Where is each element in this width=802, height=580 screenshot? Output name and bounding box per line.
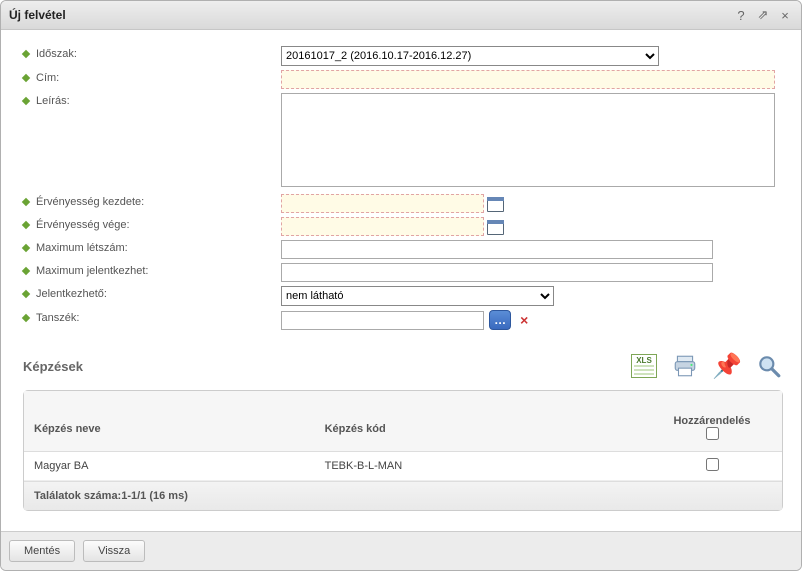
close-icon[interactable]: × xyxy=(777,7,793,23)
diamond-icon xyxy=(22,50,30,58)
pin-icon[interactable]: 📌 xyxy=(713,352,741,380)
back-button[interactable]: Vissza xyxy=(83,540,145,562)
table-toolbar: XLS 📌 xyxy=(631,352,783,380)
diamond-icon xyxy=(22,97,30,105)
erv-kezdet-input[interactable] xyxy=(281,194,484,213)
section-title: Képzések xyxy=(23,359,83,374)
export-xls-icon[interactable]: XLS xyxy=(631,354,657,378)
leiras-textarea[interactable] xyxy=(281,93,775,187)
section-header: Képzések XLS 📌 xyxy=(23,352,783,380)
titlebar-controls: ? ⇗ × xyxy=(733,7,793,23)
table-row: Magyar BA TEBK-B-L-MAN xyxy=(24,452,782,481)
help-icon[interactable]: ? xyxy=(733,7,749,23)
table-container: Képzés neve Képzés kód Hozzárendelés Mag… xyxy=(23,390,783,511)
cim-input[interactable] xyxy=(281,70,775,89)
dialog-content: Időszak: 20161017_2 (2016.10.17-2016.12.… xyxy=(1,30,801,531)
kepzesek-table: Képzés neve Képzés kód Hozzárendelés Mag… xyxy=(24,391,782,481)
dialog-title: Új felvétel xyxy=(9,8,66,22)
label-erv-kezdet: Érvényesség kezdete: xyxy=(36,196,144,208)
lookup-button[interactable]: … xyxy=(489,310,511,330)
diamond-icon xyxy=(22,290,30,298)
assign-all-checkbox[interactable] xyxy=(706,427,719,440)
assign-row-checkbox[interactable] xyxy=(706,458,719,471)
label-idoszak: Időszak: xyxy=(36,48,77,60)
label-jelentkezheto: Jelentkezhető: xyxy=(36,288,107,300)
diamond-icon xyxy=(22,267,30,275)
label-cim: Cím: xyxy=(36,72,59,84)
col-code[interactable]: Képzés kód xyxy=(315,391,642,452)
tanszek-input[interactable] xyxy=(281,311,484,330)
erv-vege-input[interactable] xyxy=(281,217,484,236)
col-assign-label: Hozzárendelés xyxy=(652,415,772,427)
max-jelentkezhet-input[interactable] xyxy=(281,263,713,282)
search-icon[interactable] xyxy=(755,352,783,380)
col-name[interactable]: Képzés neve xyxy=(24,391,315,452)
cell-name: Magyar BA xyxy=(24,452,315,481)
col-assign: Hozzárendelés xyxy=(642,391,782,452)
expand-icon[interactable]: ⇗ xyxy=(755,7,771,23)
calendar-icon[interactable] xyxy=(486,195,504,213)
clear-icon[interactable]: × xyxy=(520,312,528,328)
diamond-icon xyxy=(22,221,30,229)
dialog: Új felvétel ? ⇗ × Időszak: 20161017_2 (2… xyxy=(0,0,802,571)
jelentkezheto-select[interactable]: nem látható xyxy=(281,286,554,306)
label-tanszek: Tanszék: xyxy=(36,312,79,324)
dialog-footer: Mentés Vissza xyxy=(1,531,801,570)
label-leiras: Leírás: xyxy=(36,95,70,107)
cell-code: TEBK-B-L-MAN xyxy=(315,452,642,481)
diamond-icon xyxy=(22,74,30,82)
label-max-jelentkezhet: Maximum jelentkezhet: xyxy=(36,265,149,277)
diamond-icon xyxy=(22,244,30,252)
save-button[interactable]: Mentés xyxy=(9,540,75,562)
max-letszam-input[interactable] xyxy=(281,240,713,259)
diamond-icon xyxy=(22,198,30,206)
print-icon[interactable] xyxy=(671,352,699,380)
label-erv-vege: Érvényesség vége: xyxy=(36,219,130,231)
titlebar: Új felvétel ? ⇗ × xyxy=(1,1,801,30)
diamond-icon xyxy=(22,314,30,322)
label-max-letszam: Maximum létszám: xyxy=(36,242,128,254)
idoszak-select[interactable]: 20161017_2 (2016.10.17-2016.12.27) xyxy=(281,46,659,66)
results-footer: Találatok száma:1-1/1 (16 ms) xyxy=(24,481,782,510)
calendar-icon[interactable] xyxy=(486,218,504,236)
